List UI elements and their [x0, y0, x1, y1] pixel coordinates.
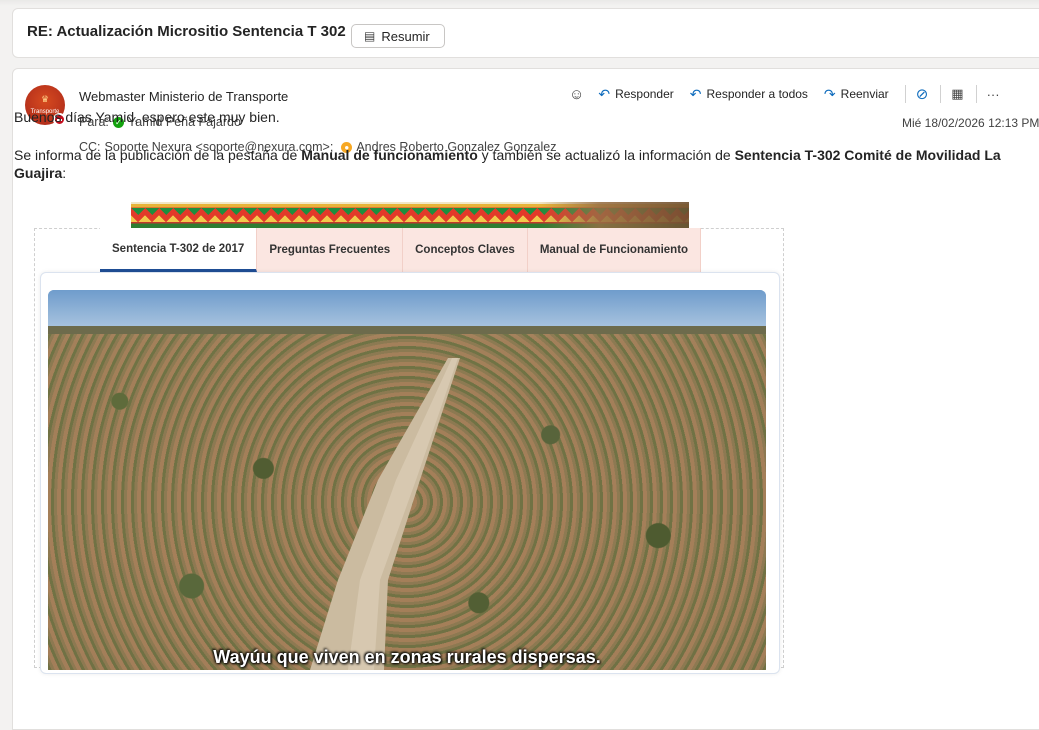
message-date: Mié 18/02/2026 12:13 PM — [902, 116, 1039, 130]
divider — [975, 85, 977, 103]
reply-button[interactable]: ↶ Responder — [598, 86, 673, 103]
summarize-label: Resumir — [381, 28, 430, 44]
tab-preguntas-frecuentes[interactable]: Preguntas Frecuentes — [257, 228, 404, 272]
tab-sentencia[interactable]: Sentencia T-302 de 2017 — [100, 228, 258, 272]
video-frame[interactable]: Wayúu que viven en zonas rurales dispers… — [48, 290, 766, 670]
summarize-icon: ▤ — [364, 29, 376, 43]
forward-icon: ↷ — [823, 85, 836, 102]
reply-all-icon: ↶ — [689, 85, 702, 102]
email-subject: RE: Actualización Micrositio Sentencia T… — [27, 23, 346, 40]
divider — [940, 85, 942, 103]
message-actions: ☺ ↶ Responder ↶ Responder a todos ↷ Reen… — [569, 85, 1000, 103]
microsite-tabs: Sentencia T-302 de 2017 Preguntas Frecue… — [100, 228, 702, 272]
tab-conceptos-claves[interactable]: Conceptos Claves — [403, 228, 528, 272]
reply-all-button[interactable]: ↶ Responder a todos — [690, 86, 808, 103]
body-text-segment: : — [62, 165, 67, 181]
guajira-pattern-banner — [131, 202, 689, 229]
body-paragraph: Se informa de la publicación de la pesta… — [14, 146, 1024, 182]
reply-label: Responder — [615, 87, 674, 101]
summarize-button[interactable]: ▤ Resumir — [351, 24, 445, 48]
dirt-road — [310, 358, 460, 670]
subject-bar: RE: Actualización Micrositio Sentencia T… — [12, 8, 1039, 58]
banner-photo — [539, 202, 689, 229]
body-bold-segment: Manual de funcionamiento — [301, 147, 478, 163]
reply-icon: ↶ — [598, 85, 611, 102]
crest-icon: ♛ — [40, 94, 50, 104]
apps-icon[interactable]: ▦ — [951, 86, 963, 102]
loop-icon[interactable]: ⊘ — [916, 85, 929, 103]
forward-label: Reenviar — [840, 87, 889, 101]
top-shadow — [0, 0, 1039, 6]
divider — [904, 85, 906, 103]
reply-all-label: Responder a todos — [706, 87, 808, 101]
emoji-reaction-icon[interactable]: ☺ — [569, 86, 584, 103]
sender-name[interactable]: Webmaster Ministerio de Transporte — [79, 89, 288, 104]
video-caption: Wayúu que viven en zonas rurales dispers… — [213, 647, 601, 667]
forward-button[interactable]: ↷ Reenviar — [824, 86, 889, 103]
body-text-segment: Se informa de la publicación de la pesta… — [14, 147, 302, 163]
body-greeting: Buenos días Yamid, espero este muy bien. — [14, 109, 280, 125]
tab-manual-funcionamiento[interactable]: Manual de Funcionamiento — [527, 228, 702, 272]
body-text-segment: y también se actualizó la información de — [477, 147, 735, 163]
more-options-icon[interactable]: ··· — [987, 87, 1000, 102]
